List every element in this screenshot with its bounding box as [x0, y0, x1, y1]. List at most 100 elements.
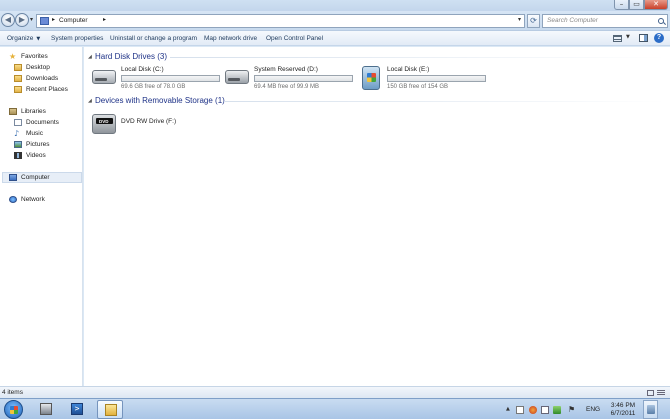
taskbar-server-manager[interactable]	[33, 400, 59, 419]
sidebar-item-label: Pictures	[26, 141, 50, 148]
drive-free-space: 150 GB free of 154 GB	[387, 84, 449, 90]
network-icon	[9, 196, 17, 203]
taskbar-powershell[interactable]: >	[64, 400, 90, 419]
organize-label: Organize	[7, 35, 34, 42]
search-input[interactable]: Search Computer	[547, 17, 598, 24]
hard-disk-icon	[225, 70, 249, 84]
organize-button[interactable]: Organize ▼	[7, 35, 40, 42]
search-box[interactable]: Search Computer	[542, 14, 668, 28]
back-button[interactable]: ◀	[1, 13, 15, 27]
recent-pages-dropdown[interactable]: ▾	[30, 16, 33, 23]
desktop-folder-icon	[14, 64, 22, 71]
show-hidden-icons[interactable]: ▲	[506, 406, 514, 414]
drive-usage-bar	[387, 75, 486, 82]
taskbar: > ▲ ⚑ ENG 3:46 PM 6/7/2011	[0, 398, 670, 419]
server-manager-icon	[40, 403, 52, 415]
close-button[interactable]: ✕	[644, 0, 668, 10]
language-indicator[interactable]: ENG	[586, 406, 600, 413]
powershell-icon: >	[71, 403, 83, 415]
sidebar-item-label: Computer	[21, 174, 50, 181]
details-view-icon[interactable]	[647, 390, 654, 396]
tray-app-icon[interactable]	[516, 406, 524, 414]
group-title: Devices with Removable Storage (1)	[95, 96, 225, 105]
view-options-dropdown[interactable]: ▼	[626, 34, 630, 40]
group-divider	[170, 57, 666, 58]
maximize-button[interactable]: ▭	[629, 0, 644, 10]
clock-date: 6/7/2011	[610, 410, 636, 417]
computer-icon	[9, 174, 17, 181]
collapse-arrow-icon[interactable]: ◢	[88, 54, 92, 60]
sidebar-item-label: Favorites	[21, 53, 48, 60]
music-icon: ♪	[14, 129, 20, 138]
sidebar-item-label: Network	[21, 196, 45, 203]
status-bar: 4 items	[0, 386, 670, 398]
dvd-logo-text: DVD	[99, 119, 109, 124]
group-divider	[224, 101, 666, 102]
drive-name: Local Disk (C:)	[121, 66, 164, 73]
forward-button[interactable]: ▶	[15, 13, 29, 27]
taskbar-windows-explorer[interactable]	[97, 400, 123, 419]
drive-name: Local Disk (E:)	[387, 66, 430, 73]
breadcrumb-chevron[interactable]: ▸	[103, 16, 106, 23]
downloads-folder-icon	[14, 75, 22, 82]
refresh-button[interactable]: ⟳	[527, 14, 540, 28]
navigation-bar: ◀ ▶ ▾ ▸ Computer ▸ ▾ ⟳ Search Computer	[0, 11, 670, 30]
uninstall-program-button[interactable]: Uninstall or change a program	[110, 35, 197, 42]
network-tray-icon[interactable]	[553, 406, 561, 414]
breadcrumb-computer[interactable]: Computer	[59, 17, 88, 24]
videos-icon	[14, 152, 22, 159]
command-bar: Organize ▼ System properties Uninstall or…	[0, 30, 670, 46]
sidebar-item-label: Desktop	[26, 64, 50, 71]
list-view-icon[interactable]	[657, 390, 665, 396]
folder-icon	[105, 404, 117, 416]
sidebar-item-label: Documents	[26, 119, 59, 126]
minimize-button[interactable]: –	[614, 0, 629, 10]
libraries-icon	[9, 108, 17, 115]
clock[interactable]: 3:46 PM 6/7/2011	[609, 402, 637, 418]
sidebar-item-label: Music	[26, 130, 43, 137]
sidebar-item-label: Videos	[26, 152, 46, 159]
sidebar-item-label: Recent Places	[26, 86, 68, 93]
search-icon[interactable]	[658, 18, 664, 24]
chevron-down-icon: ▼	[36, 36, 41, 42]
drive-usage-bar	[121, 75, 220, 82]
drive-name: System Reserved (D:)	[254, 66, 318, 73]
windows-drive-icon	[362, 66, 380, 90]
map-network-drive-button[interactable]: Map network drive	[204, 35, 257, 42]
window-title-bar: – ▭ ✕	[0, 0, 670, 11]
item-count: 4 items	[2, 389, 23, 396]
drive-item-f[interactable]: DVD DVD RW Drive (F:)	[92, 112, 222, 138]
breadcrumb-chevron[interactable]: ▸	[52, 16, 55, 23]
navigation-pane: ★ Favorites Desktop Downloads Recent Pla…	[0, 47, 83, 386]
show-desktop-button[interactable]	[643, 400, 658, 419]
sidebar-item-label: Downloads	[26, 75, 59, 82]
action-center-flag-icon[interactable]: ⚑	[568, 406, 576, 414]
tray-alert-icon[interactable]	[529, 406, 537, 414]
address-bar[interactable]: ▸ Computer ▸ ▾	[36, 14, 525, 28]
drive-item-d[interactable]: System Reserved (D:) 69.4 MB free of 99.…	[225, 66, 355, 92]
clock-time: 3:46 PM	[610, 402, 636, 409]
preview-pane-icon[interactable]	[639, 34, 648, 42]
drive-item-e[interactable]: Local Disk (E:) 150 GB free of 154 GB	[358, 66, 488, 92]
recent-places-icon	[14, 86, 22, 93]
start-button[interactable]	[4, 400, 23, 419]
documents-icon	[14, 119, 22, 126]
change-view-icon[interactable]	[613, 35, 622, 42]
dvd-drive-icon: DVD	[92, 114, 116, 134]
drive-free-space: 69.4 MB free of 99.9 MB	[254, 84, 320, 90]
star-icon: ★	[9, 52, 17, 61]
content-pane: ◢ Hard Disk Drives (3) Local Disk (C:) 6…	[84, 47, 670, 386]
address-history-dropdown[interactable]: ▾	[518, 16, 521, 23]
drive-free-space: 69.6 GB free of 78.0 GB	[121, 84, 186, 90]
drive-item-c[interactable]: Local Disk (C:) 69.6 GB free of 78.0 GB	[92, 66, 222, 92]
tray-document-icon[interactable]	[541, 406, 549, 414]
drive-name: DVD RW Drive (F:)	[121, 118, 177, 125]
hard-disk-icon	[92, 70, 116, 84]
system-properties-button[interactable]: System properties	[51, 35, 103, 42]
group-title: Hard Disk Drives (3)	[95, 52, 168, 61]
drive-usage-bar	[254, 75, 353, 82]
open-control-panel-button[interactable]: Open Control Panel	[266, 35, 323, 42]
help-icon[interactable]: ?	[654, 33, 664, 43]
collapse-arrow-icon[interactable]: ◢	[88, 98, 92, 104]
pictures-icon	[14, 141, 22, 148]
